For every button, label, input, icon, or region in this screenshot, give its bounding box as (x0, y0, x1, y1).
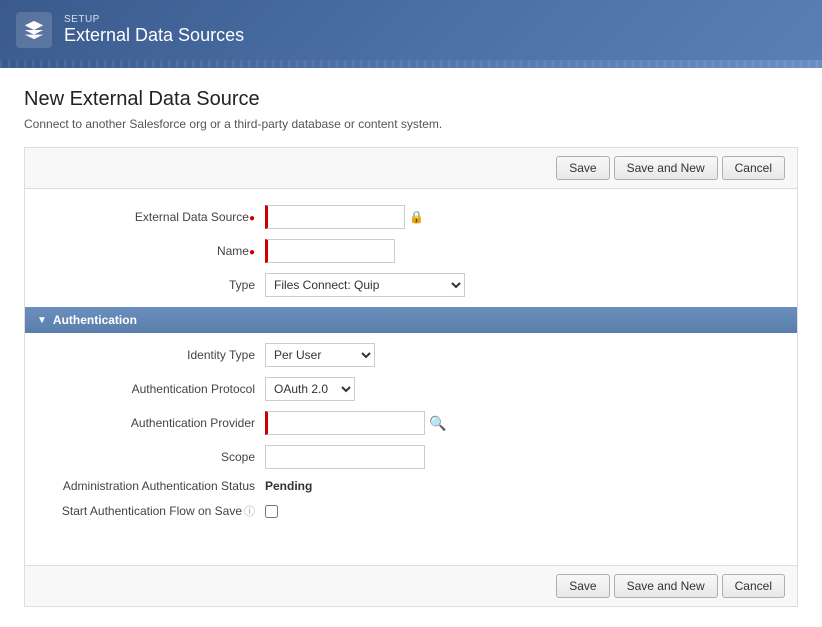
authentication-protocol-row: Authentication Protocol OAuth 2.0 Passwo… (25, 377, 797, 401)
type-label: Type (45, 278, 265, 292)
name-input[interactable] (265, 239, 395, 263)
start-auth-flow-checkbox[interactable] (265, 505, 278, 518)
external-data-source-info-icon: 🔒 (409, 210, 424, 224)
authentication-provider-label: Authentication Provider (45, 416, 265, 430)
type-input-wrapper: Files Connect: Quip Files Connect: Share… (265, 273, 465, 297)
authentication-provider-row: Authentication Provider 🔍 (25, 411, 797, 435)
start-auth-flow-row: Start Authentication Flow on Saveⓘ (25, 503, 797, 519)
top-toolbar: Save Save and New Cancel (25, 148, 797, 189)
cancel-button-bottom[interactable]: Cancel (722, 574, 785, 598)
setup-label: SETUP (64, 14, 244, 25)
external-data-source-input-wrapper: 🔒 (265, 205, 424, 229)
scope-label: Scope (45, 450, 265, 464)
admin-auth-status-value-wrapper: Pending (265, 479, 312, 493)
admin-auth-status-value: Pending (265, 479, 312, 493)
type-row: Type Files Connect: Quip Files Connect: … (25, 273, 797, 297)
scope-row: Scope (25, 445, 797, 469)
header-text-block: SETUP External Data Sources (64, 14, 244, 46)
external-data-source-label: External Data Source● (45, 210, 265, 224)
form-fields: External Data Source● 🔒 Name● T (25, 189, 797, 545)
layers-icon (23, 19, 45, 41)
authentication-section-title: Authentication (53, 313, 137, 327)
authentication-protocol-input-wrapper: OAuth 2.0 Password No Authentication (265, 377, 355, 401)
authentication-protocol-label: Authentication Protocol (45, 382, 265, 396)
provider-lookup-icon[interactable]: 🔍 (429, 415, 446, 432)
page-header: SETUP External Data Sources (0, 0, 822, 60)
admin-auth-status-label: Administration Authentication Status (45, 479, 265, 493)
form-container: Save Save and New Cancel External Data S… (24, 147, 798, 607)
authentication-protocol-select[interactable]: OAuth 2.0 Password No Authentication (265, 377, 355, 401)
identity-type-select[interactable]: Per User Named Principal (265, 343, 375, 367)
header-page-title: External Data Sources (64, 25, 244, 46)
start-auth-flow-label: Start Authentication Flow on Saveⓘ (45, 503, 265, 519)
required-mark: ● (249, 213, 255, 224)
external-data-source-input[interactable] (265, 205, 405, 229)
authentication-provider-input-wrapper: 🔍 (265, 411, 446, 435)
type-select[interactable]: Files Connect: Quip Files Connect: Share… (265, 273, 465, 297)
start-auth-flow-checkbox-wrapper (265, 505, 278, 518)
scope-input[interactable] (265, 445, 425, 469)
header-stripe (0, 60, 822, 68)
identity-type-input-wrapper: Per User Named Principal (265, 343, 375, 367)
admin-auth-status-row: Administration Authentication Status Pen… (25, 479, 797, 493)
page-description: Connect to another Salesforce org or a t… (24, 117, 798, 131)
identity-type-label: Identity Type (45, 348, 265, 362)
cancel-button-top[interactable]: Cancel (722, 156, 785, 180)
page-heading: New External Data Source (24, 88, 798, 111)
save-button-top[interactable]: Save (556, 156, 609, 180)
save-and-new-button-top[interactable]: Save and New (614, 156, 718, 180)
external-data-source-row: External Data Source● 🔒 (25, 205, 797, 229)
app-icon (16, 12, 52, 48)
toggle-icon: ▼ (37, 315, 47, 326)
start-auth-flow-info-icon: ⓘ (244, 506, 255, 518)
name-input-wrapper (265, 239, 395, 263)
save-button-bottom[interactable]: Save (556, 574, 609, 598)
authentication-section-header[interactable]: ▼ Authentication (25, 307, 797, 333)
name-required-mark: ● (249, 247, 255, 258)
main-content: New External Data Source Connect to anot… (0, 68, 822, 627)
scope-input-wrapper (265, 445, 425, 469)
name-label: Name● (45, 244, 265, 258)
name-row: Name● (25, 239, 797, 263)
bottom-toolbar: Save Save and New Cancel (25, 565, 797, 606)
identity-type-row: Identity Type Per User Named Principal (25, 343, 797, 367)
save-and-new-button-bottom[interactable]: Save and New (614, 574, 718, 598)
authentication-provider-input[interactable] (265, 411, 425, 435)
